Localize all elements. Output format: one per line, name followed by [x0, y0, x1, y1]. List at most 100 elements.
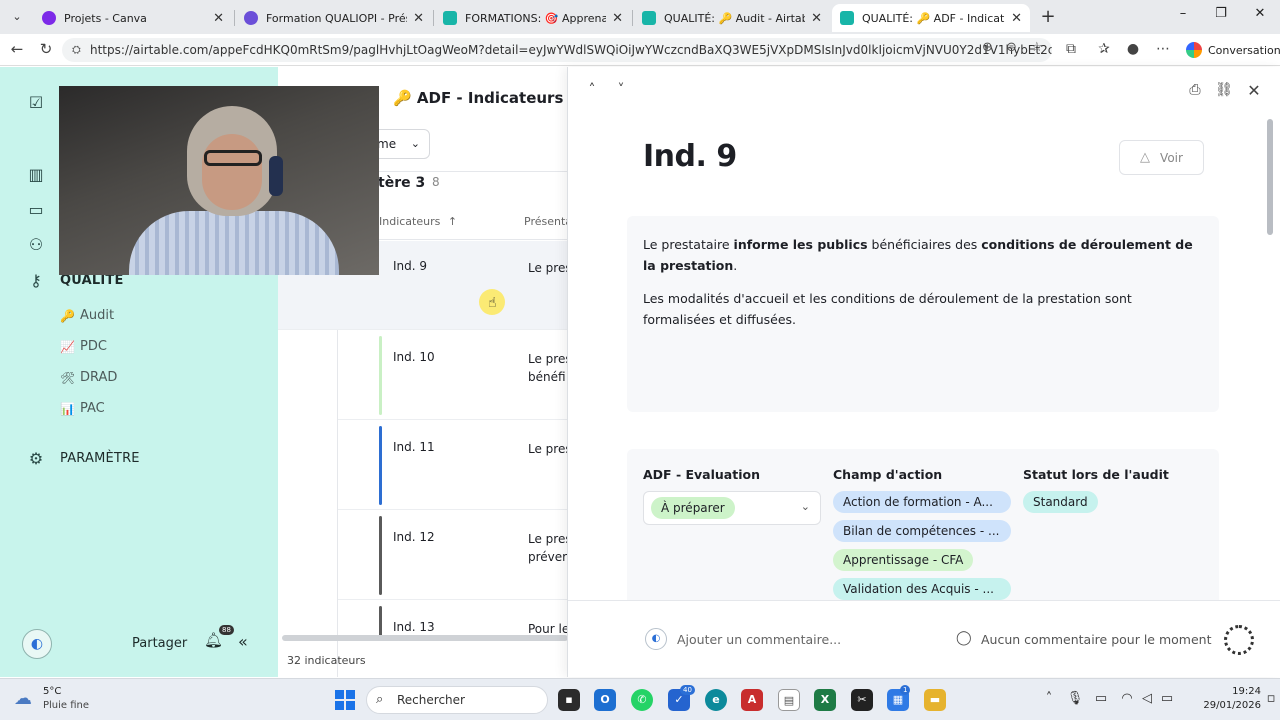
- link-icon[interactable]: ⛓: [1214, 82, 1234, 98]
- close-panel-icon[interactable]: ✕: [1244, 81, 1264, 100]
- excel-icon[interactable]: X: [814, 689, 836, 711]
- display-icon[interactable]: ▭: [1092, 691, 1110, 706]
- extensions-icon[interactable]: ⧉: [1062, 41, 1080, 57]
- column-header-presentation[interactable]: Présenta: [524, 215, 568, 228]
- row-presentation: Le pres bénéfi: [528, 352, 568, 384]
- notification-center-icon[interactable]: ▫: [1262, 691, 1280, 706]
- horizontal-scrollbar[interactable]: [282, 635, 568, 641]
- taskbar-search[interactable]: ⌕ Rechercher: [366, 686, 548, 714]
- browser-tab-bar: ⌄ Projets - Canva ✕ Formation QUALIOPI -…: [0, 0, 1280, 34]
- workspace-logo-icon[interactable]: ◐: [22, 629, 52, 659]
- favorites-icon[interactable]: ✰: [1095, 41, 1113, 57]
- evaluation-select[interactable]: À préparer ⌄: [643, 491, 821, 525]
- sidebar-item-pac[interactable]: 📊 PAC: [60, 401, 105, 416]
- row-color-bar: [379, 336, 382, 415]
- close-tab-icon[interactable]: ✕: [612, 11, 623, 26]
- comment-input[interactable]: Ajouter un commentaire...: [677, 632, 841, 647]
- url-field[interactable]: ⛭ https://airtable.com/appeFcdHKQ0mRtSm9…: [62, 38, 1052, 62]
- champ-action-pill[interactable]: Bilan de compétences - ...: [833, 520, 1011, 542]
- champ-action-pill[interactable]: Validation des Acquis - ...: [833, 578, 1011, 600]
- collapse-sidebar-icon[interactable]: «: [238, 632, 248, 651]
- back-arrow-icon[interactable]: ←: [7, 40, 27, 58]
- site-info-icon[interactable]: ⛭: [72, 38, 81, 62]
- edge-browser-icon[interactable]: e: [705, 689, 727, 711]
- microphone-icon[interactable]: 🎙︎: [1066, 691, 1084, 706]
- sidebar-item-pdc[interactable]: 📈 PDC: [60, 339, 107, 354]
- description-field[interactable]: Le prestataire informe les publics bénéf…: [627, 216, 1219, 412]
- close-tab-icon[interactable]: ✕: [811, 11, 822, 26]
- notepad-icon[interactable]: ▤: [778, 689, 800, 711]
- tab-canva[interactable]: Projets - Canva ✕: [34, 4, 232, 32]
- close-tab-icon[interactable]: ✕: [1011, 11, 1022, 26]
- clock-date[interactable]: 29/01/2026: [1200, 700, 1261, 711]
- sort-up-arrow-icon: ↑: [447, 215, 458, 228]
- column-header-indicateurs[interactable]: Indicateurs ↑: [379, 215, 457, 228]
- row-indicator: Ind. 9: [393, 259, 428, 273]
- volume-icon[interactable]: ◁: [1138, 691, 1156, 706]
- weather-description[interactable]: Pluie fine: [43, 700, 89, 711]
- close-tab-icon[interactable]: ✕: [413, 11, 424, 26]
- sidebar-item-drad[interactable]: 🛠 DRAD: [60, 370, 117, 385]
- champ-action-pill[interactable]: Apprentissage - CFA: [833, 549, 974, 571]
- table-row[interactable]: Ind. 10 Le pres bénéfi: [338, 332, 568, 420]
- row-color-bar: [379, 606, 382, 638]
- print-icon[interactable]: ⎙: [1185, 82, 1205, 98]
- sidebar-heading-qualite[interactable]: QUALITÉ: [60, 273, 124, 288]
- copilot-icon: [1186, 42, 1202, 58]
- clock-time[interactable]: 19:24: [1221, 686, 1261, 697]
- row-color-bar: [379, 516, 382, 595]
- new-tab-plus-icon[interactable]: +: [1038, 6, 1058, 27]
- tab-formations-apprenants[interactable]: FORMATIONS: 🎯 Apprenants - Airtable ✕: [435, 4, 631, 32]
- sidebar-heading-parametre[interactable]: PARAMÈTRE: [60, 451, 140, 466]
- weather-temperature[interactable]: 5°C: [43, 686, 61, 697]
- capcut-icon[interactable]: ✂: [851, 689, 873, 711]
- tray-chevron-up-icon[interactable]: ˄: [1040, 691, 1058, 706]
- settings-gear-icon[interactable]: ⚙: [25, 449, 47, 468]
- table-row[interactable]: Ind. 12 Le pres préver ...: [338, 512, 568, 600]
- column-header-label: Indicateurs: [379, 215, 441, 228]
- vertical-scrollbar[interactable]: [1267, 119, 1273, 235]
- next-record-chevron-down-icon[interactable]: ˅: [611, 82, 631, 98]
- copilot-conversation-button[interactable]: Conversation: [1182, 39, 1280, 61]
- webcam-person-face: [202, 134, 262, 210]
- zoom-icon[interactable]: ⊕: [982, 40, 993, 55]
- book-icon[interactable]: ▭: [25, 200, 47, 219]
- profile-avatar-icon[interactable]: ●: [1124, 41, 1142, 57]
- close-tab-icon[interactable]: ✕: [213, 11, 224, 26]
- task-view-icon[interactable]: ▪: [558, 689, 580, 711]
- group-title: tère 3: [378, 175, 426, 191]
- wifi-icon[interactable]: ◠: [1118, 691, 1136, 706]
- file-explorer-icon[interactable]: ▬: [924, 689, 946, 711]
- tab-qualite-adf-indicateurs[interactable]: QUALITÉ: 🔑 ADF - Indicateurs - Airtable …: [832, 4, 1030, 32]
- tab-separator: [632, 10, 633, 26]
- maximize-icon[interactable]: ❐: [1206, 6, 1236, 21]
- tab-list-chevron-icon[interactable]: ⌄: [6, 7, 28, 27]
- close-window-icon[interactable]: ✕: [1245, 6, 1275, 21]
- sidebar-item-audit[interactable]: 🔑 Audit: [60, 308, 114, 323]
- field-label-evaluation: ADF - Evaluation: [643, 467, 760, 482]
- weather-cloud-icon[interactable]: ☁: [14, 688, 32, 709]
- menu-dots-icon[interactable]: ⋯: [1154, 41, 1172, 57]
- minimize-icon[interactable]: –: [1168, 6, 1198, 21]
- tools-emoji-icon: 🛠: [60, 370, 76, 385]
- voir-button[interactable]: △ Voir: [1119, 140, 1204, 175]
- whatsapp-icon[interactable]: ✆: [631, 689, 653, 711]
- tab-formation-qualiopi[interactable]: Formation QUALIOPI - Présentation ✕: [236, 4, 432, 32]
- reload-icon[interactable]: ↻: [36, 40, 56, 58]
- share-button[interactable]: Partager: [132, 636, 187, 651]
- champ-action-pill[interactable]: Action de formation - A...: [833, 491, 1011, 513]
- battery-icon[interactable]: ▭: [1158, 691, 1176, 706]
- outlook-icon[interactable]: O: [594, 689, 616, 711]
- table-row[interactable]: Ind. 11 Le pres: [338, 422, 568, 510]
- tab-qualite-audit[interactable]: QUALITÉ: 🔑 Audit - Airtable ✕: [634, 4, 830, 32]
- pdf-reader-icon[interactable]: A: [741, 689, 763, 711]
- more-icon[interactable]: ⊜: [1006, 40, 1017, 55]
- favorite-star-icon[interactable]: ☆: [1031, 40, 1043, 55]
- key-icon[interactable]: ⚷: [25, 271, 47, 290]
- checkbox-icon[interactable]: ☑: [25, 93, 47, 112]
- users-icon[interactable]: ⚇: [25, 235, 47, 254]
- previous-record-chevron-up-icon[interactable]: ˄: [582, 82, 602, 98]
- statut-audit-pill[interactable]: Standard: [1023, 491, 1098, 513]
- windows-start-icon[interactable]: [335, 690, 355, 710]
- chart-icon[interactable]: ▥: [25, 165, 47, 184]
